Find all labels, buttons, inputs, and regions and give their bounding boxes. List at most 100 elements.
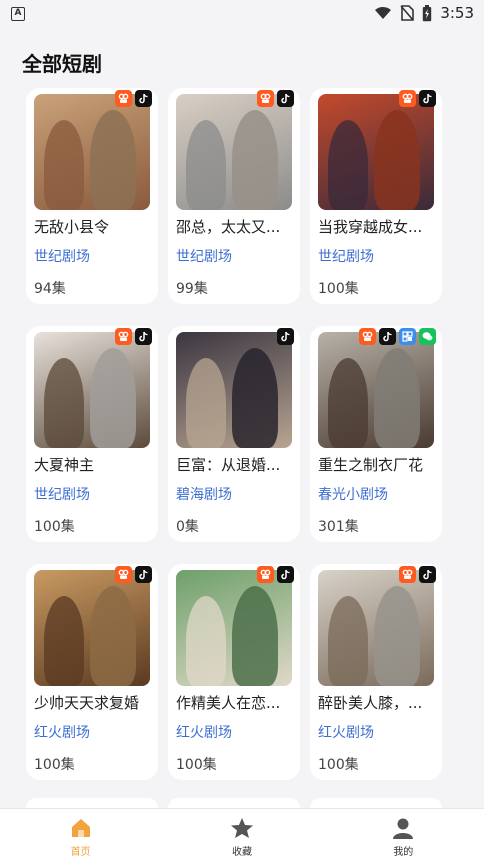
page-title: 全部短剧	[22, 52, 102, 76]
drama-title: 当我穿越成女...	[318, 218, 423, 236]
kuaishou-icon	[399, 566, 416, 583]
star-icon	[230, 818, 253, 838]
kuaishou-icon	[359, 328, 376, 345]
poster-figure-left	[44, 120, 84, 210]
kuaishou-icon	[115, 566, 132, 583]
douyin-icon	[135, 328, 152, 345]
drama-episode-count: 0集	[176, 519, 199, 535]
bottom-nav: 首页 收藏 我的	[0, 808, 484, 862]
drama-episode-count: 94集	[34, 281, 66, 297]
poster-figure-right	[232, 110, 278, 210]
platform-badges	[115, 90, 152, 107]
no-sim-icon	[400, 5, 415, 21]
douyin-icon	[135, 90, 152, 107]
next-row-card-peek	[26, 798, 158, 808]
kuaishou-icon	[115, 90, 132, 107]
drama-poster[interactable]	[34, 94, 150, 210]
nav-favorites[interactable]: 收藏	[161, 809, 322, 862]
poster-figure-left	[328, 358, 368, 448]
drama-channel: 世纪剧场	[318, 249, 374, 265]
drama-poster[interactable]	[318, 332, 434, 448]
poster-figure-right	[374, 586, 420, 686]
drama-card[interactable]: 无敌小县令 世纪剧场 94集	[26, 88, 158, 304]
drama-card[interactable]: 邵总，太太又... 世纪剧场 99集	[168, 88, 300, 304]
platform-badges	[257, 90, 294, 107]
nav-profile[interactable]: 我的	[323, 809, 484, 862]
notification-app-icon: A	[11, 7, 25, 21]
douyin-icon	[419, 90, 436, 107]
status-time: 3:53	[440, 4, 474, 22]
drama-poster[interactable]	[176, 332, 292, 448]
profile-icon	[393, 818, 414, 839]
poster-figure-right	[90, 586, 136, 686]
drama-title: 作精美人在恋...	[176, 694, 281, 712]
next-row-card-peek	[310, 798, 442, 808]
drama-poster[interactable]	[176, 570, 292, 686]
poster-figure-right	[232, 586, 278, 686]
drama-channel: 红火剧场	[318, 725, 374, 741]
status-bar: A 3:53	[0, 0, 484, 28]
nav-favorites-label: 收藏	[231, 847, 252, 858]
drama-card[interactable]: 巨富：从退婚... 碧海剧场 0集	[168, 326, 300, 542]
platform-badges	[115, 566, 152, 583]
douyin-icon	[277, 566, 294, 583]
drama-title: 少帅天天求复婚	[34, 694, 140, 712]
poster-figure-right	[90, 348, 136, 448]
drama-card[interactable]: 醉卧美人膝，... 红火剧场 100集	[310, 564, 442, 780]
drama-title: 邵总，太太又...	[176, 218, 281, 236]
wifi-icon	[375, 6, 392, 19]
drama-episode-count: 301集	[318, 519, 359, 535]
drama-channel: 红火剧场	[176, 725, 232, 741]
drama-episode-count: 100集	[176, 757, 217, 773]
drama-episode-count: 100集	[34, 519, 75, 535]
drama-title: 醉卧美人膝，...	[318, 694, 423, 712]
wechat-icon	[419, 328, 436, 345]
drama-card[interactable]: 大夏神主 世纪剧场 100集	[26, 326, 158, 542]
drama-channel: 红火剧场	[34, 725, 90, 741]
poster-figure-left	[328, 120, 368, 210]
douyin-icon	[277, 328, 294, 345]
home-icon	[71, 819, 90, 837]
drama-card[interactable]: 少帅天天求复婚 红火剧场 100集	[26, 564, 158, 780]
drama-poster[interactable]	[318, 94, 434, 210]
kuaishou-icon	[257, 566, 274, 583]
drama-title: 巨富：从退婚...	[176, 456, 281, 474]
poster-figure-left	[44, 358, 84, 448]
battery-icon	[423, 4, 432, 21]
kuaishou-icon	[115, 328, 132, 345]
poster-figure-right	[232, 348, 278, 448]
poster-figure-left	[44, 596, 84, 686]
platform-badges	[399, 90, 436, 107]
drama-poster[interactable]	[176, 94, 292, 210]
drama-title: 重生之制衣厂花	[318, 456, 424, 474]
drama-poster[interactable]	[318, 570, 434, 686]
drama-title: 大夏神主	[34, 456, 95, 474]
kuaishou-icon	[257, 90, 274, 107]
poster-figure-left	[186, 358, 226, 448]
drama-episode-count: 100集	[34, 757, 75, 773]
drama-title: 无敌小县令	[34, 218, 110, 236]
drama-episode-count: 99集	[176, 281, 208, 297]
miniapp-icon	[399, 328, 416, 345]
drama-episode-count: 100集	[318, 281, 359, 297]
poster-figure-right	[374, 348, 420, 448]
drama-episode-count: 100集	[318, 757, 359, 773]
nav-home[interactable]: 首页	[0, 809, 161, 862]
nav-profile-label: 我的	[393, 847, 414, 858]
drama-card[interactable]: 当我穿越成女... 世纪剧场 100集	[310, 88, 442, 304]
next-row-card-peek	[168, 798, 300, 808]
douyin-icon	[277, 90, 294, 107]
poster-figure-left	[328, 596, 368, 686]
drama-poster[interactable]	[34, 332, 150, 448]
poster-figure-left	[186, 120, 226, 210]
poster-figure-right	[374, 110, 420, 210]
drama-card[interactable]: 作精美人在恋... 红火剧场 100集	[168, 564, 300, 780]
drama-card[interactable]: 重生之制衣厂花 春光小剧场 301集	[310, 326, 442, 542]
platform-badges	[257, 566, 294, 583]
drama-poster[interactable]	[34, 570, 150, 686]
drama-channel: 春光小剧场	[318, 487, 388, 503]
poster-figure-right	[90, 110, 136, 210]
drama-channel: 碧海剧场	[176, 487, 232, 503]
kuaishou-icon	[399, 90, 416, 107]
douyin-icon	[135, 566, 152, 583]
